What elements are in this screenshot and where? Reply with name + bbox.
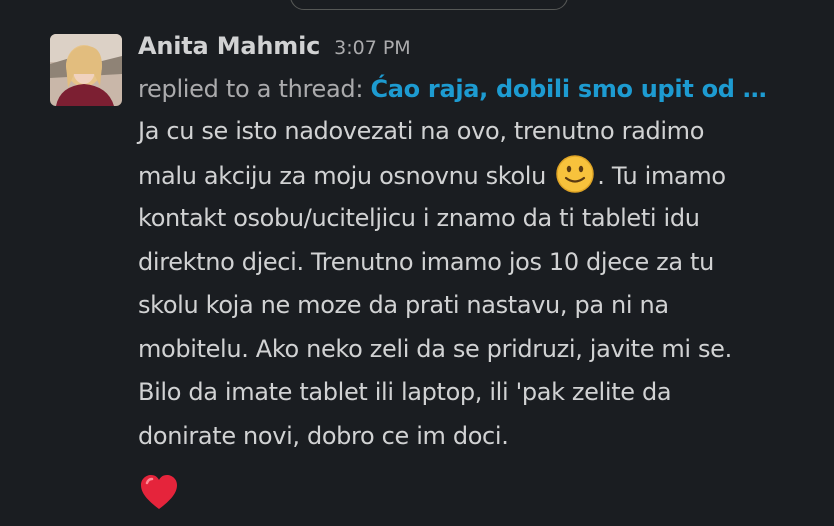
thread-link[interactable]: Ćao raja, dobili smo upit od …	[370, 75, 766, 103]
slightly-smiling-face-icon[interactable]	[555, 154, 595, 194]
message-header: Anita Mahmic 3:07 PM	[138, 32, 808, 68]
thread-prefix: replied to a thread:	[138, 75, 364, 103]
body-line: Bilo da imate tablet ili laptop, ili 'pa…	[138, 378, 672, 406]
body-line: Ja cu se isto nadovezati na ovo, trenutn…	[138, 117, 705, 145]
message-content: Anita Mahmic 3:07 PM replied to a thread…	[138, 32, 808, 518]
body-line: malu akciju za moju osnovnu skolu . Tu i…	[138, 154, 808, 198]
timestamp[interactable]: 3:07 PM	[334, 37, 411, 59]
body-line-text: malu akciju za moju osnovnu skolu	[138, 161, 546, 190]
body-line: direktno djeci. Trenutno imamo jos 10 dj…	[138, 247, 714, 276]
avatar[interactable]	[50, 34, 122, 106]
body-line: kontakt osobu/uciteljicu i znamo da ti t…	[138, 204, 700, 232]
avatar-photo	[50, 34, 122, 106]
body-line: skolu koja ne moze da prati nastavu, pa …	[138, 291, 669, 319]
body-line-text: . Tu imamo	[597, 161, 726, 190]
body-line: donirate novi, dobro ce im doci.	[138, 421, 509, 450]
message-item[interactable]: Anita Mahmic 3:07 PM replied to a thread…	[50, 32, 820, 526]
message-body: Ja cu se isto nadovezati na ovo, trenutn…	[138, 110, 808, 458]
thread-reply-line: replied to a thread: Ćao raja, dobili sm…	[138, 68, 808, 110]
top-pill-outline	[290, 0, 568, 10]
body-line: mobitelu. Ako neko zeli da se pridruzi, …	[138, 334, 732, 363]
sender-name[interactable]: Anita Mahmic	[138, 32, 320, 60]
red-heart-icon[interactable]	[138, 472, 180, 514]
